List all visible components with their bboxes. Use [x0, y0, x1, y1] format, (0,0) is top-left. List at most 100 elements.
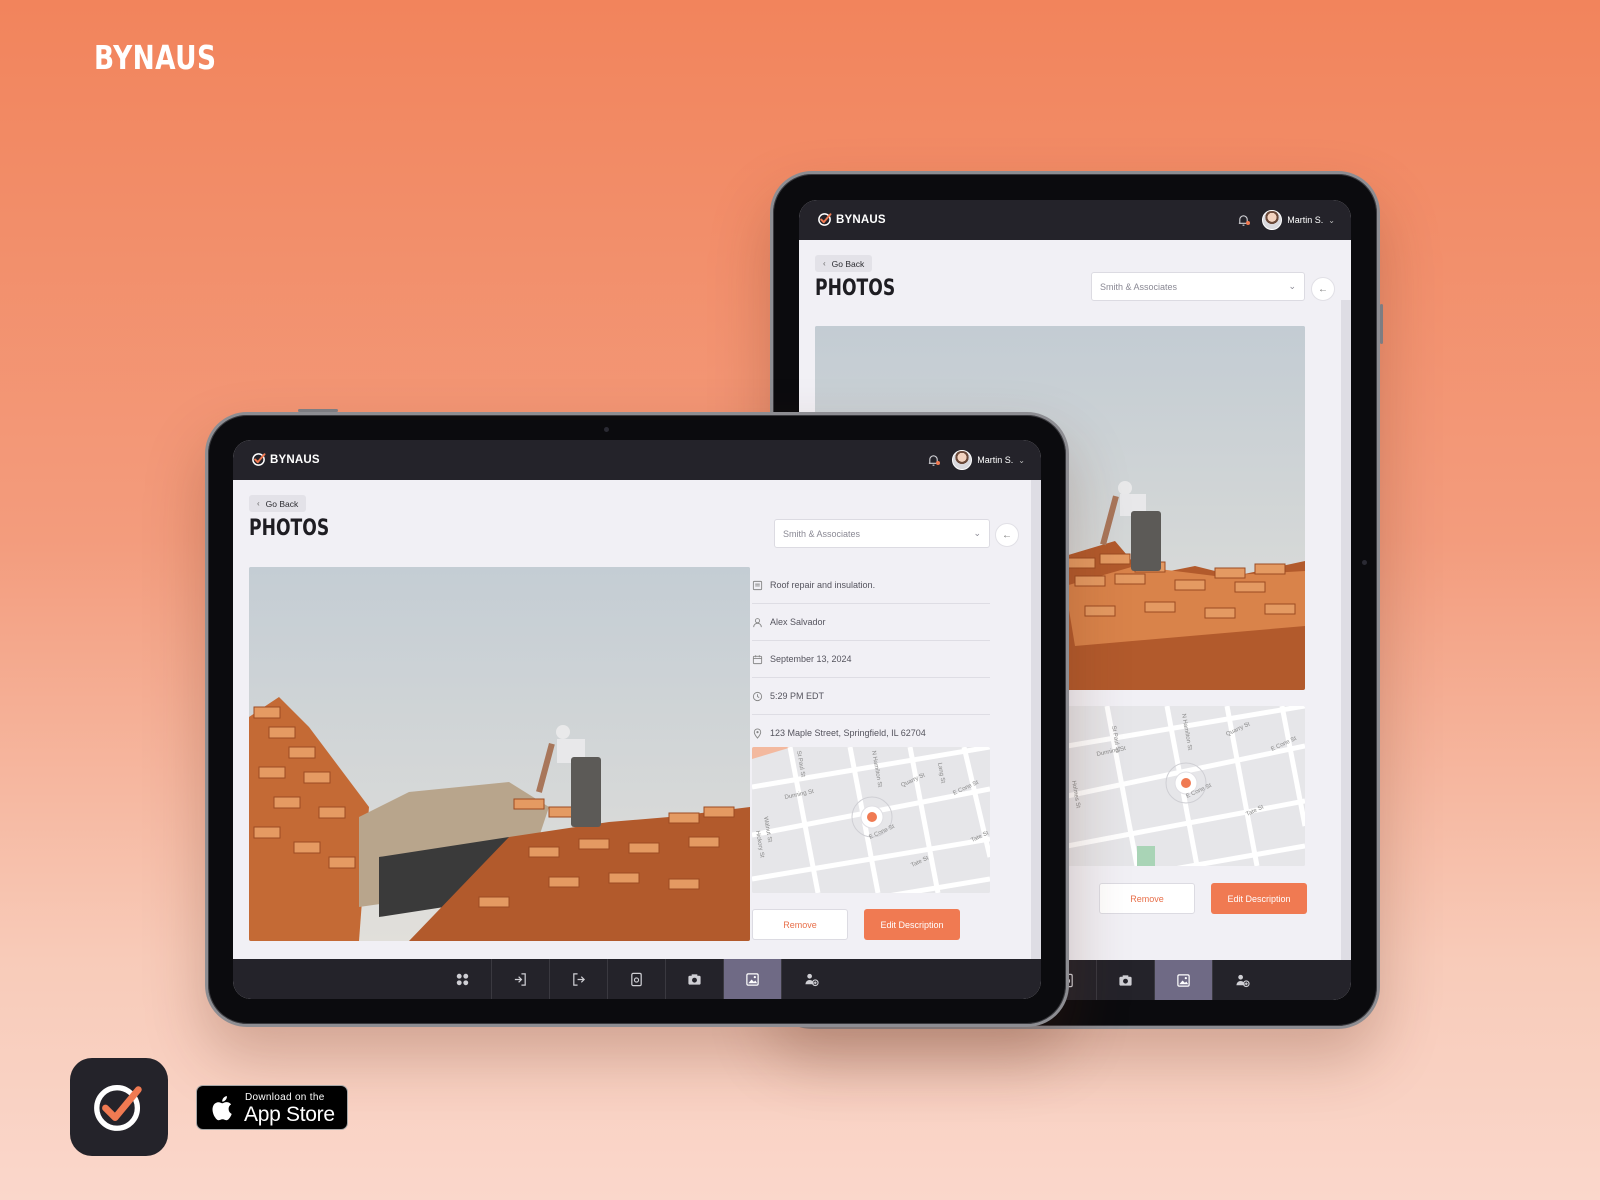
check-out-icon: [573, 972, 585, 986]
detail-description-text: Roof repair and insulation.: [770, 580, 876, 590]
tab-dashboard[interactable]: [434, 959, 492, 999]
tab-documents[interactable]: [608, 959, 666, 999]
tab-check-out[interactable]: [550, 959, 608, 999]
arrow-left-icon: ←: [1318, 283, 1328, 295]
camera-icon: [1362, 560, 1367, 565]
chevron-down-icon: ⌄: [973, 528, 981, 538]
go-back-button[interactable]: ‹ Go Back: [815, 255, 873, 272]
store-badge-small-text: Download on the: [245, 1092, 325, 1103]
detail-time-text: 5:29 PM EDT: [770, 691, 825, 701]
volume-button: [298, 409, 338, 412]
camera-icon: [688, 973, 701, 985]
screen-landscape: BYNAUS Martin S. ⌄ ‹ Go Back PHOTOS Smit…: [233, 440, 1041, 999]
bottom-tab-bar: [233, 959, 1041, 999]
detail-date: September 13, 2024: [752, 641, 990, 678]
arrow-left-icon: ←: [1002, 529, 1012, 541]
tablet-landscape: BYNAUS Martin S. ⌄ ‹ Go Back PHOTOS Smit…: [205, 409, 1069, 1027]
notification-dot: [936, 460, 941, 465]
store-badge-big-text: App Store: [244, 1103, 335, 1126]
header-right: Martin S. ⌄: [927, 450, 1025, 470]
detail-description: Roof repair and insulation.: [752, 567, 990, 604]
app-header: BYNAUS Martin S. ⌄: [233, 440, 1041, 480]
location-map[interactable]: St Paul St Dunning St Walnut St Hickory …: [752, 747, 990, 893]
avatar: [952, 450, 973, 470]
logo-text: BYNAUS: [270, 453, 320, 466]
chevron-down-icon: ⌄: [1018, 455, 1025, 465]
user-menu[interactable]: Martin S. ⌄: [1262, 210, 1335, 230]
client-select[interactable]: Smith & Associates ⌄: [1091, 272, 1305, 301]
detail-person: Alex Salvador: [752, 604, 990, 641]
chevron-left-icon: ‹: [257, 499, 260, 508]
remove-button[interactable]: Remove: [752, 909, 848, 940]
notification-dot: [1246, 220, 1251, 225]
tab-add-user[interactable]: [1213, 960, 1271, 1000]
go-back-button[interactable]: ‹ Go Back: [249, 495, 307, 512]
user-name: Martin S.: [1287, 215, 1324, 225]
note-icon: [752, 580, 763, 590]
client-select-value: Smith & Associates: [1100, 281, 1178, 292]
client-select-value: Smith & Associates: [783, 528, 861, 539]
user-name: Martin S.: [977, 455, 1014, 465]
app-icon[interactable]: [70, 1058, 168, 1156]
detail-date-text: September 13, 2024: [770, 654, 852, 664]
camera-icon: [1119, 974, 1132, 986]
header-right: Martin S. ⌄: [1237, 210, 1335, 230]
check-logo-icon: [94, 1085, 142, 1131]
edit-description-button[interactable]: Edit Description: [1211, 883, 1307, 914]
app-logo[interactable]: BYNAUS: [817, 212, 886, 227]
add-user-icon: [1235, 974, 1250, 987]
page-title: PHOTOS: [249, 516, 330, 541]
site-photo[interactable]: [249, 567, 750, 941]
go-back-label: Go Back: [265, 498, 299, 509]
app-header: BYNAUS Martin S. ⌄: [799, 200, 1351, 240]
photo-details: Roof repair and insulation. Alex Salvado…: [752, 567, 990, 752]
tab-camera[interactable]: [666, 959, 724, 999]
check-in-icon: [514, 972, 526, 986]
construction-photo-image: [249, 567, 750, 941]
apple-icon: [212, 1096, 232, 1121]
brand-title: BYNAUS: [94, 38, 217, 77]
tab-camera[interactable]: [1097, 960, 1155, 1000]
calendar-icon: [752, 654, 763, 664]
map-image: St Paul St Dunning St N Hamilton St Quar…: [1067, 706, 1305, 866]
photos-icon: [746, 972, 759, 986]
tab-check-in[interactable]: [492, 959, 550, 999]
location-map[interactable]: St Paul St Dunning St N Hamilton St Quar…: [1067, 706, 1305, 866]
chevron-left-icon: ‹: [823, 259, 826, 268]
photos-icon: [1177, 973, 1190, 987]
scrollbar[interactable]: [1341, 300, 1351, 960]
clock-icon: [752, 691, 763, 701]
tab-photos[interactable]: [1155, 960, 1213, 1000]
document-icon: [631, 972, 642, 986]
app-store-badge[interactable]: Download on the App Store: [196, 1085, 348, 1130]
client-select[interactable]: Smith & Associates ⌄: [774, 519, 990, 548]
page-title: PHOTOS: [815, 276, 896, 301]
tab-add-user[interactable]: [782, 959, 840, 999]
dashboard-icon: [456, 973, 469, 985]
check-logo-icon: [252, 453, 266, 466]
location-pin-icon: [753, 728, 762, 739]
avatar: [1262, 210, 1283, 230]
tab-photos[interactable]: [724, 959, 782, 999]
user-menu[interactable]: Martin S. ⌄: [952, 450, 1025, 470]
detail-address-text: 123 Maple Street, Springfield, IL 62704: [770, 728, 926, 738]
detail-person-text: Alex Salvador: [770, 617, 826, 627]
bell-icon[interactable]: [1237, 214, 1251, 227]
collapse-panel-button[interactable]: ←: [1311, 277, 1335, 301]
chevron-down-icon: ⌄: [1328, 215, 1335, 225]
add-user-icon: [804, 973, 819, 986]
camera-icon: [604, 427, 609, 432]
detail-time: 5:29 PM EDT: [752, 678, 990, 715]
go-back-label: Go Back: [831, 258, 865, 269]
collapse-panel-button[interactable]: ←: [995, 523, 1019, 547]
map-image: St Paul St Dunning St Walnut St Hickory …: [752, 747, 990, 893]
logo-text: BYNAUS: [836, 213, 886, 226]
app-logo[interactable]: BYNAUS: [251, 452, 320, 467]
edit-description-button[interactable]: Edit Description: [864, 909, 960, 940]
check-logo-icon: [818, 213, 832, 226]
chevron-down-icon: ⌄: [1288, 281, 1296, 291]
user-icon: [753, 617, 762, 627]
scrollbar[interactable]: [1031, 480, 1041, 959]
remove-button[interactable]: Remove: [1099, 883, 1195, 914]
bell-icon[interactable]: [927, 454, 941, 467]
